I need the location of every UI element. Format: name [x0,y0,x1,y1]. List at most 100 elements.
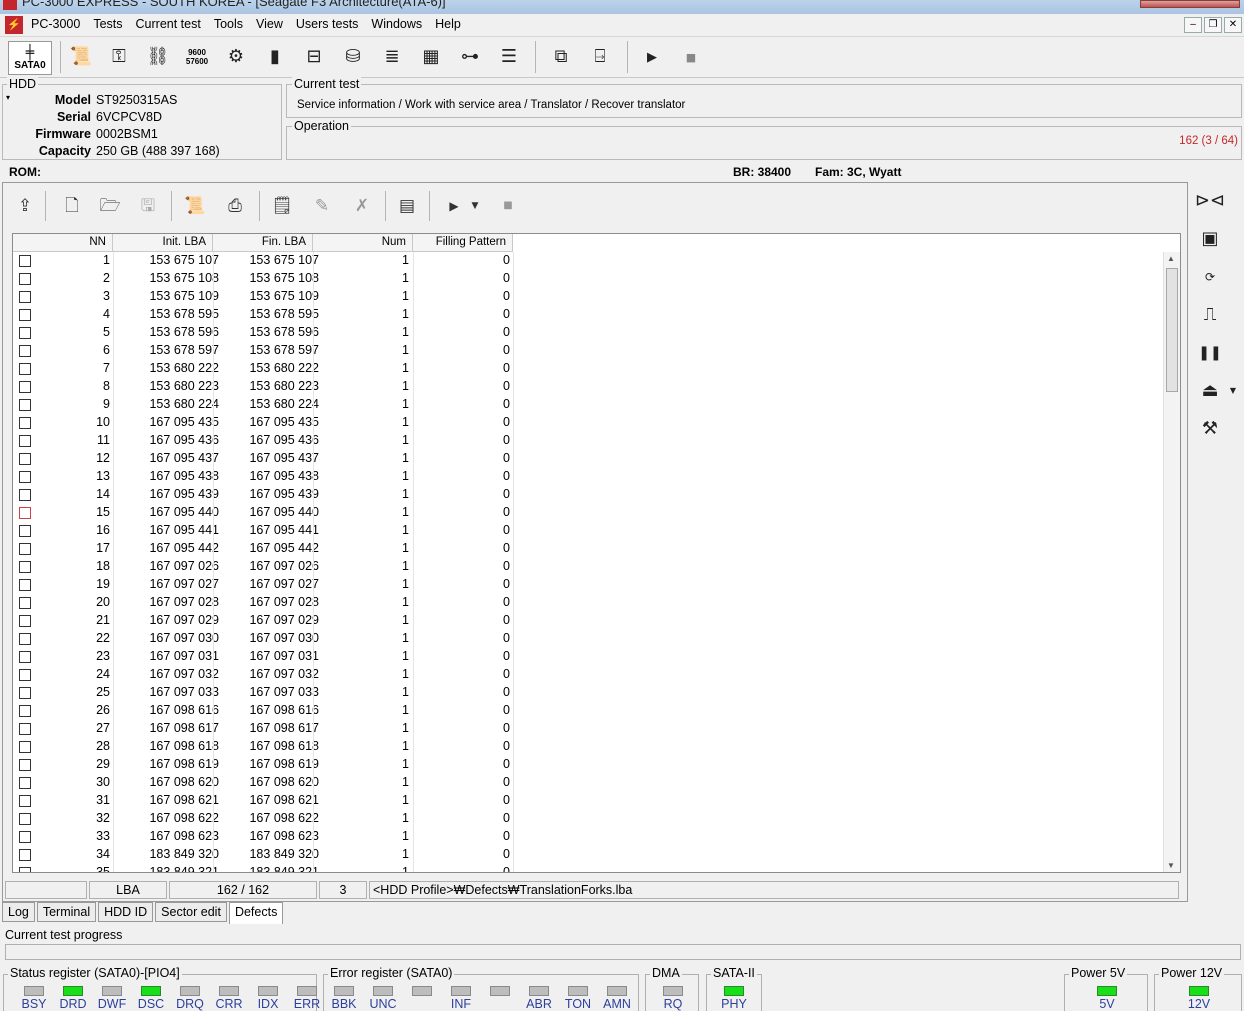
row-checkbox[interactable] [19,849,31,861]
table-row[interactable]: 19 167 097 027 167 097 027 1 0 [13,576,1165,594]
print-button[interactable]: ⎙ [221,191,249,221]
row-checkbox[interactable] [19,543,31,555]
calculator-button[interactable]: ▤ [393,191,421,221]
tab-defects[interactable]: Defects [228,902,284,924]
row-checkbox[interactable] [19,453,31,465]
table-row[interactable]: 16 167 095 441 167 095 441 1 0 [13,522,1165,540]
table-row[interactable]: 14 167 095 439 167 095 439 1 0 [13,486,1165,504]
gear-button[interactable]: ⚙ [221,41,251,73]
disk-button[interactable]: ⛁ [338,41,368,73]
row-checkbox[interactable] [19,741,31,753]
tree-button[interactable]: ⊶ [455,41,485,73]
row-checkbox[interactable] [19,705,31,717]
menu-tools[interactable]: Tools [214,17,243,31]
row-checkbox[interactable] [19,255,31,267]
motor-dropdown-button[interactable]: ▼ [1226,376,1240,406]
tab-terminal[interactable]: Terminal [36,902,97,922]
row-checkbox[interactable] [19,795,31,807]
row-checkbox[interactable] [19,381,31,393]
column-nn[interactable]: NN [13,234,113,252]
table-row[interactable]: 17 167 095 442 167 095 442 1 0 [13,540,1165,558]
table-row[interactable]: 34 183 849 320 183 849 320 1 0 [13,846,1165,864]
row-checkbox[interactable] [19,507,31,519]
table-row[interactable]: 7 153 680 222 153 680 222 1 0 [13,360,1165,378]
row-checkbox[interactable] [19,669,31,681]
stop-button[interactable]: ■ [676,41,706,73]
script-button[interactable]: 📜 [181,191,209,221]
row-checkbox[interactable] [19,327,31,339]
row-checkbox[interactable] [19,309,31,321]
play-button[interactable]: ▶ [637,41,667,73]
table-row[interactable]: 2 153 675 108 153 675 108 1 0 [13,270,1165,288]
mdi-minimize-button[interactable]: – [1184,17,1202,33]
row-checkbox[interactable] [19,687,31,699]
exit-button[interactable]: ⍈ [585,41,615,73]
pause-button[interactable]: ❚❚ [1194,338,1226,368]
switch-button[interactable]: ⎍ [1194,300,1226,330]
window-close-button[interactable] [1140,0,1240,8]
motor-button[interactable]: ⏏ [1194,376,1226,406]
menu-pc3000[interactable]: PC-3000 [31,17,80,31]
column-init-lba[interactable]: Init. LBA [113,234,213,252]
column-filling-pattern[interactable]: Filling Pattern [413,234,513,252]
run-dropdown-button[interactable]: ▼ [467,191,483,221]
table-row[interactable]: 29 167 098 619 167 098 619 1 0 [13,756,1165,774]
menu-help[interactable]: Help [435,17,461,31]
vertical-scrollbar[interactable]: ▲ ▼ [1163,252,1180,872]
table-row[interactable]: 4 153 678 595 153 678 595 1 0 [13,306,1165,324]
row-checkbox[interactable] [19,759,31,771]
mdi-restore-button[interactable]: ❐ [1204,17,1222,33]
network-button[interactable]: ⛓ [143,41,173,73]
row-checkbox[interactable] [19,345,31,357]
notes-button[interactable]: 🗒 [268,191,296,221]
table-row[interactable]: 12 167 095 437 167 095 437 1 0 [13,450,1165,468]
save-button[interactable]: 🖫 [134,191,162,221]
row-checkbox[interactable] [19,651,31,663]
table-row[interactable]: 20 167 097 028 167 097 028 1 0 [13,594,1165,612]
new-file-button[interactable]: 🗋 [58,191,86,221]
row-checkbox[interactable] [19,417,31,429]
tab-hdd-id[interactable]: HDD ID [98,902,154,922]
edit-button[interactable]: ✎ [308,191,336,221]
row-checkbox[interactable] [19,633,31,645]
baud-rate-button[interactable]: 9600 57600 [182,41,212,73]
app-menu-icon[interactable]: ⚡ [5,16,23,34]
row-checkbox[interactable] [19,435,31,447]
table-row[interactable]: 25 167 097 033 167 097 033 1 0 [13,684,1165,702]
halt-button[interactable]: ■ [494,191,522,221]
row-checkbox[interactable] [19,777,31,789]
row-checkbox[interactable] [19,831,31,843]
table-row[interactable]: 21 167 097 029 167 097 029 1 0 [13,612,1165,630]
tools-button[interactable]: ⚒ [1194,414,1226,444]
power-toggle-button[interactable]: ⊳⊲ [1194,186,1226,216]
tab-sector-edit[interactable]: Sector edit [155,902,227,922]
table-row[interactable]: 11 167 095 436 167 095 436 1 0 [13,432,1165,450]
scroll-down-icon[interactable]: ▼ [1167,861,1175,870]
table-row[interactable]: 24 167 097 032 167 097 032 1 0 [13,666,1165,684]
row-checkbox[interactable] [19,597,31,609]
scrollbar-thumb[interactable] [1166,268,1178,392]
chip-button[interactable]: ▮ [260,41,290,73]
scroll-button[interactable]: 📜 [66,41,96,73]
menu-tests[interactable]: Tests [93,17,122,31]
sata-port-button[interactable]: ╪ SATA0 [8,41,52,75]
pcb-button[interactable]: ▣ [1194,224,1226,254]
column-fin-lba[interactable]: Fin. LBA [213,234,313,252]
menu-current-test[interactable]: Current test [136,17,201,31]
table-row[interactable]: 32 167 098 622 167 098 622 1 0 [13,810,1165,828]
table-row[interactable]: 31 167 098 621 167 098 621 1 0 [13,792,1165,810]
menu-users-tests[interactable]: Users tests [296,17,359,31]
table-row[interactable]: 8 153 680 223 153 680 223 1 0 [13,378,1165,396]
scroll-up-icon[interactable]: ▲ [1167,254,1175,263]
table-row[interactable]: 13 167 095 438 167 095 438 1 0 [13,468,1165,486]
table-row[interactable]: 26 167 098 616 167 098 616 1 0 [13,702,1165,720]
row-checkbox[interactable] [19,489,31,501]
delete-button[interactable]: ✗ [348,191,376,221]
load-button[interactable]: ⇪ [11,191,39,221]
open-button[interactable]: 🗁 [96,191,124,221]
table-row[interactable]: 3 153 675 109 153 675 109 1 0 [13,288,1165,306]
column-num[interactable]: Num [313,234,413,252]
row-checkbox[interactable] [19,615,31,627]
row-checkbox[interactable] [19,813,31,825]
table-row[interactable]: 6 153 678 597 153 678 597 1 0 [13,342,1165,360]
